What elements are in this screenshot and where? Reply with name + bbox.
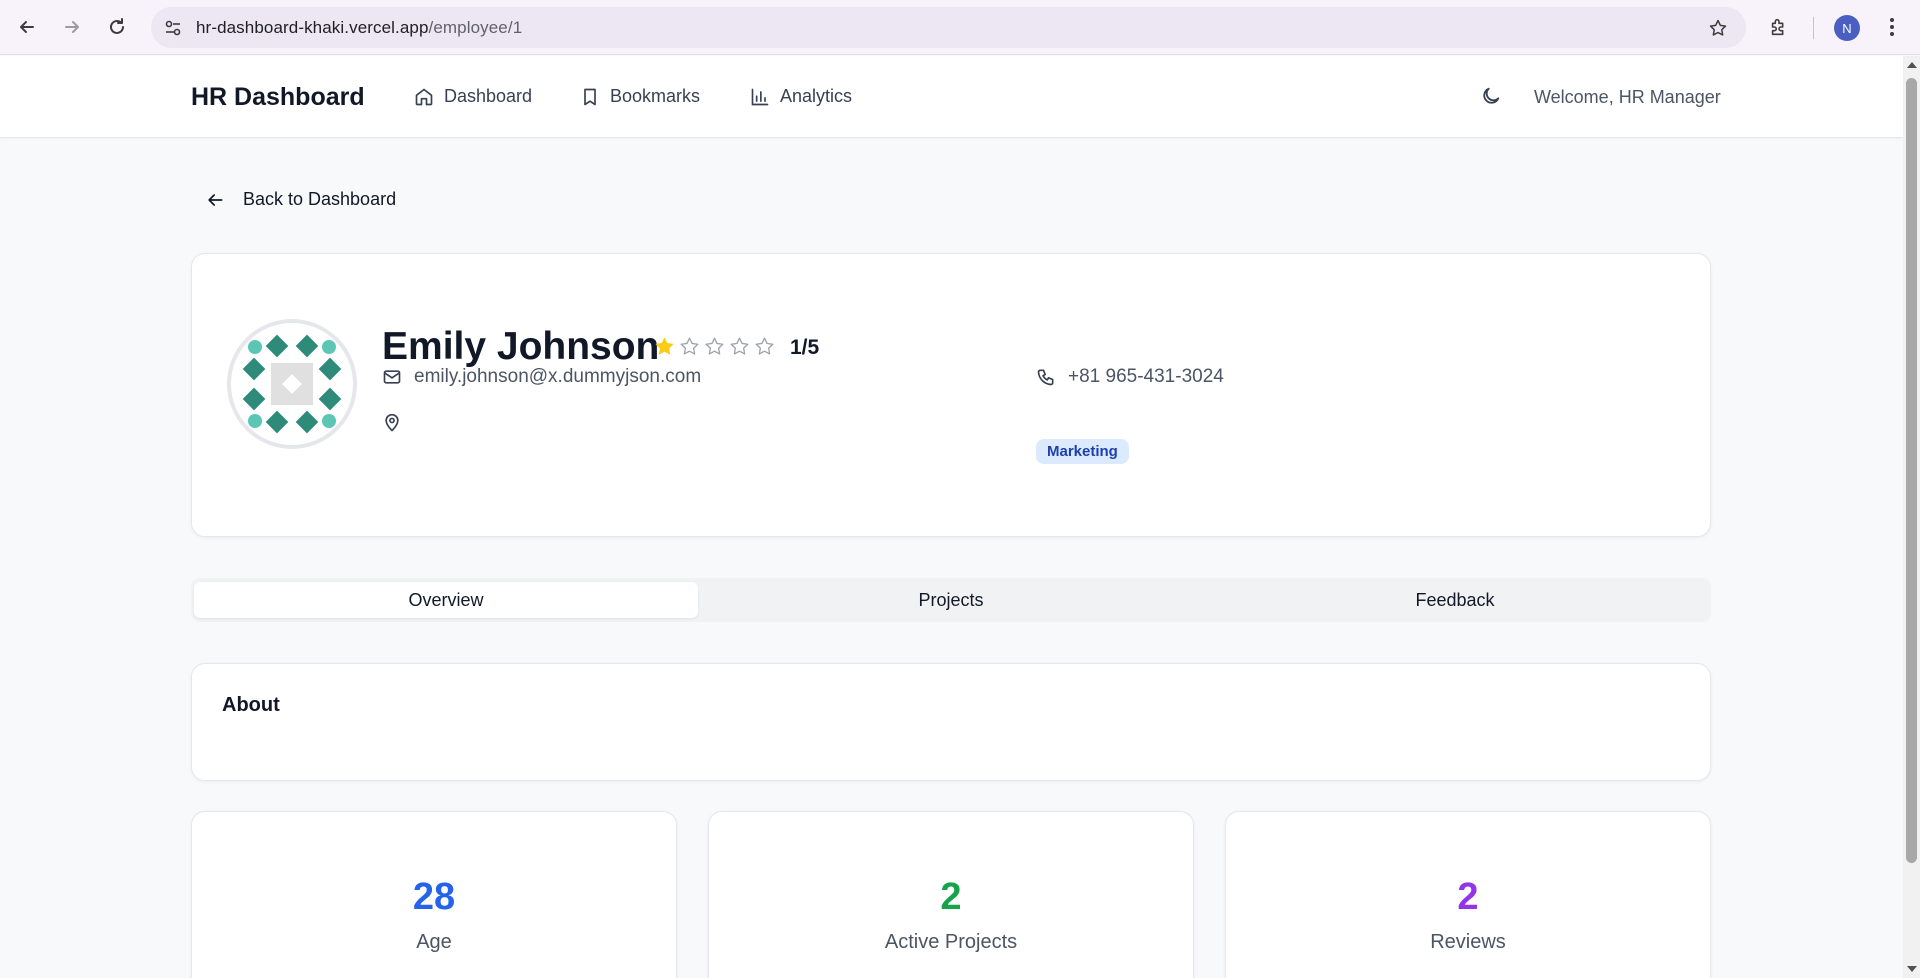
email-row: emily.johnson@x.dummyjson.com — [382, 366, 701, 388]
nav-dashboard-label: Dashboard — [444, 86, 533, 106]
extensions-button[interactable] — [1764, 12, 1794, 42]
browser-back-button[interactable] — [10, 10, 44, 44]
star-empty-icon — [705, 337, 724, 355]
tab-projects[interactable]: Projects — [699, 582, 1203, 618]
employee-email[interactable]: emily.johnson@x.dummyjson.com — [414, 366, 701, 388]
stat-value: 2 — [1457, 876, 1479, 918]
back-to-dashboard-link[interactable]: Back to Dashboard — [205, 189, 396, 210]
stat-card-active-projects: 2 Active Projects — [708, 811, 1194, 978]
scroll-up-arrow[interactable] — [1907, 62, 1917, 68]
about-card: About — [191, 663, 1711, 781]
stat-label: Age — [416, 931, 452, 953]
arrow-left-icon — [208, 193, 223, 206]
stat-value: 2 — [940, 876, 962, 918]
home-icon — [415, 88, 433, 105]
map-pin-icon — [385, 413, 399, 432]
profile-tabs: Overview Projects Feedback — [191, 578, 1711, 622]
stat-card-age: 28 Age — [191, 811, 677, 978]
tab-feedback[interactable]: Feedback — [1203, 582, 1707, 618]
scroll-down-arrow[interactable] — [1907, 966, 1917, 972]
nav-bookmarks[interactable]: Bookmarks — [580, 86, 700, 107]
brand-title[interactable]: HR Dashboard — [191, 83, 365, 112]
employee-name: Emily Johnson — [382, 325, 660, 368]
department-badge: Marketing — [1036, 439, 1129, 464]
toolbar-divider — [1813, 17, 1814, 39]
stat-value: 28 — [412, 876, 456, 918]
nav-dashboard[interactable]: Dashboard — [414, 86, 532, 107]
stat-label: Reviews — [1430, 931, 1506, 953]
site-settings-icon[interactable] — [161, 16, 185, 40]
more-vertical-icon — [1890, 18, 1894, 36]
employee-profile-card: Emily Johnson 1/5 emily.johnson@x.dummyj… — [191, 253, 1711, 537]
url-text: hr-dashboard-khaki.vercel.app/employee/1 — [196, 18, 523, 37]
tab-overview[interactable]: Overview — [194, 582, 698, 618]
phone-row: +81 965-431-3024 — [1036, 366, 1224, 388]
bookmark-icon — [584, 88, 596, 105]
browser-toolbar: hr-dashboard-khaki.vercel.app/employee/1… — [0, 0, 1920, 55]
moon-icon — [1483, 87, 1500, 104]
stat-card-reviews: 2 Reviews — [1225, 811, 1711, 978]
app-header: HR Dashboard Dashboard Bookmarks Analyti… — [0, 56, 1903, 138]
employee-phone[interactable]: +81 965-431-3024 — [1068, 366, 1224, 388]
star-filled-icon — [655, 337, 674, 355]
stat-label: Active Projects — [884, 931, 1018, 953]
nav-analytics-label: Analytics — [780, 86, 853, 106]
arrow-left-icon — [20, 21, 34, 33]
scrollbar-thumb[interactable] — [1906, 78, 1917, 863]
theme-toggle-button[interactable] — [1480, 85, 1502, 107]
nav-bookmarks-label: Bookmarks — [610, 86, 701, 106]
browser-forward-button[interactable] — [55, 10, 89, 44]
browser-profile-avatar[interactable]: N — [1834, 15, 1860, 41]
arrow-right-icon — [65, 21, 79, 33]
puzzle-icon — [1771, 18, 1784, 36]
employee-avatar — [227, 319, 357, 449]
bar-chart-icon — [751, 88, 769, 105]
address-row — [382, 413, 414, 433]
welcome-text: Welcome, HR Manager — [1534, 87, 1721, 107]
rating-stars — [654, 336, 775, 357]
bookmark-star-icon[interactable] — [1706, 16, 1730, 40]
browser-reload-button[interactable] — [100, 10, 134, 44]
rating-text: 1/5 — [790, 336, 820, 359]
back-link-label: Back to Dashboard — [243, 189, 397, 209]
star-empty-icon — [755, 337, 774, 355]
identicon-image — [242, 334, 342, 434]
reload-icon — [110, 18, 124, 34]
star-empty-icon — [730, 337, 749, 355]
about-title: About — [222, 694, 280, 716]
phone-icon — [1037, 369, 1054, 386]
address-bar[interactable]: hr-dashboard-khaki.vercel.app/employee/1 — [151, 7, 1746, 48]
browser-menu-button[interactable] — [1882, 12, 1902, 42]
nav-analytics[interactable]: Analytics — [750, 86, 852, 107]
mail-icon — [383, 370, 401, 384]
star-empty-icon — [680, 337, 699, 355]
